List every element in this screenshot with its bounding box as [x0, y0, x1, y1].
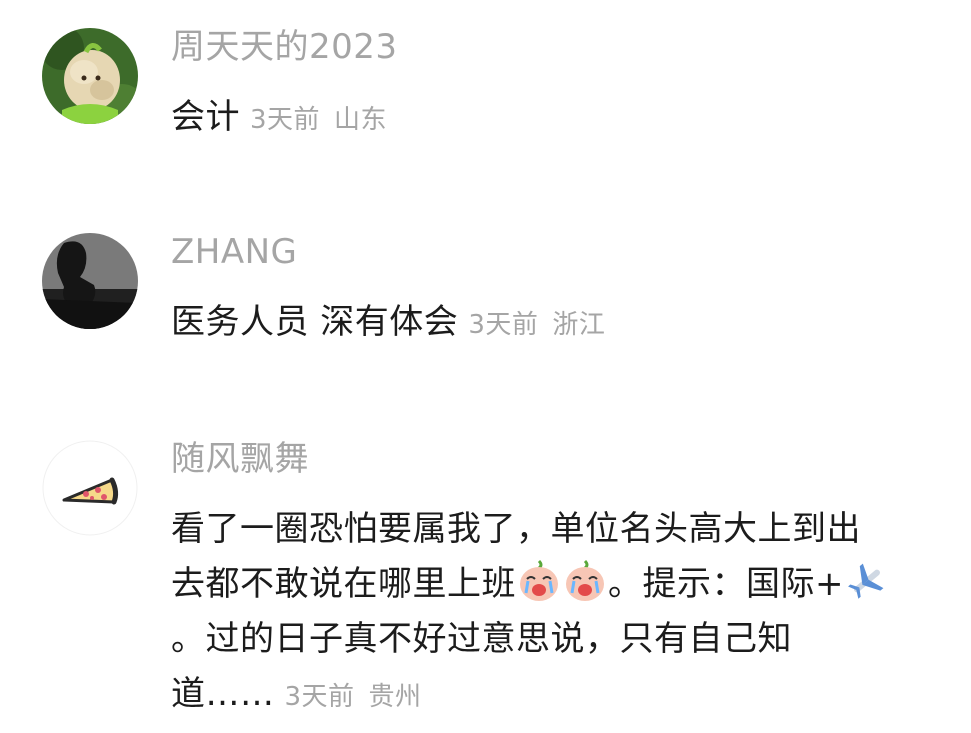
- comment-content: 医务人员 深有体会: [171, 302, 459, 342]
- avatar[interactable]: [42, 440, 138, 536]
- pizza-slice-avatar-icon: [42, 440, 138, 536]
- plush-sheep-avatar-icon: [42, 28, 138, 124]
- comment-text: 会计 3天前 山东: [171, 92, 931, 145]
- comment-time: 3天前: [468, 310, 539, 340]
- username[interactable]: 周天天的2023: [171, 24, 931, 70]
- comment-location: 浙江: [552, 310, 606, 340]
- silhouette-avatar-icon: [42, 233, 138, 329]
- comment-feed: 周天天的2023 会计 3天前 山东 ZHANG 医务人员 深有体会 3天前 浙江: [0, 0, 971, 733]
- comment-time: 3天前: [250, 105, 321, 135]
- airplane-emoji-icon: [845, 559, 889, 603]
- comment-meta: 3天前 山东: [250, 105, 387, 135]
- comment-location: 贵州: [368, 682, 422, 712]
- comment-content-part2: 。提示：国际+: [608, 564, 844, 604]
- crying-peach-emoji-icon: [517, 559, 561, 603]
- comment-meta: 3天前 贵州: [285, 682, 422, 712]
- comment-text: 看了一圈恐怕要属我了，单位名头高大上到出去都不敢说在哪里上班 。提示：国际+。过的…: [171, 502, 891, 725]
- avatar[interactable]: [42, 28, 138, 124]
- username[interactable]: 随风飘舞: [171, 436, 931, 482]
- comment-text: 医务人员 深有体会 3天前 浙江: [171, 297, 931, 350]
- crying-peach-emoji-icon: [563, 559, 607, 603]
- comment-content: 会计: [171, 97, 240, 137]
- comment-meta: 3天前 浙江: [468, 310, 605, 340]
- avatar[interactable]: [42, 233, 138, 329]
- comment-location: 山东: [334, 105, 388, 135]
- username[interactable]: ZHANG: [171, 229, 931, 275]
- comment-content-part3: 。过的日子真不好过意思说，只有自己知道……: [171, 619, 792, 714]
- comment-time: 3天前: [284, 682, 355, 712]
